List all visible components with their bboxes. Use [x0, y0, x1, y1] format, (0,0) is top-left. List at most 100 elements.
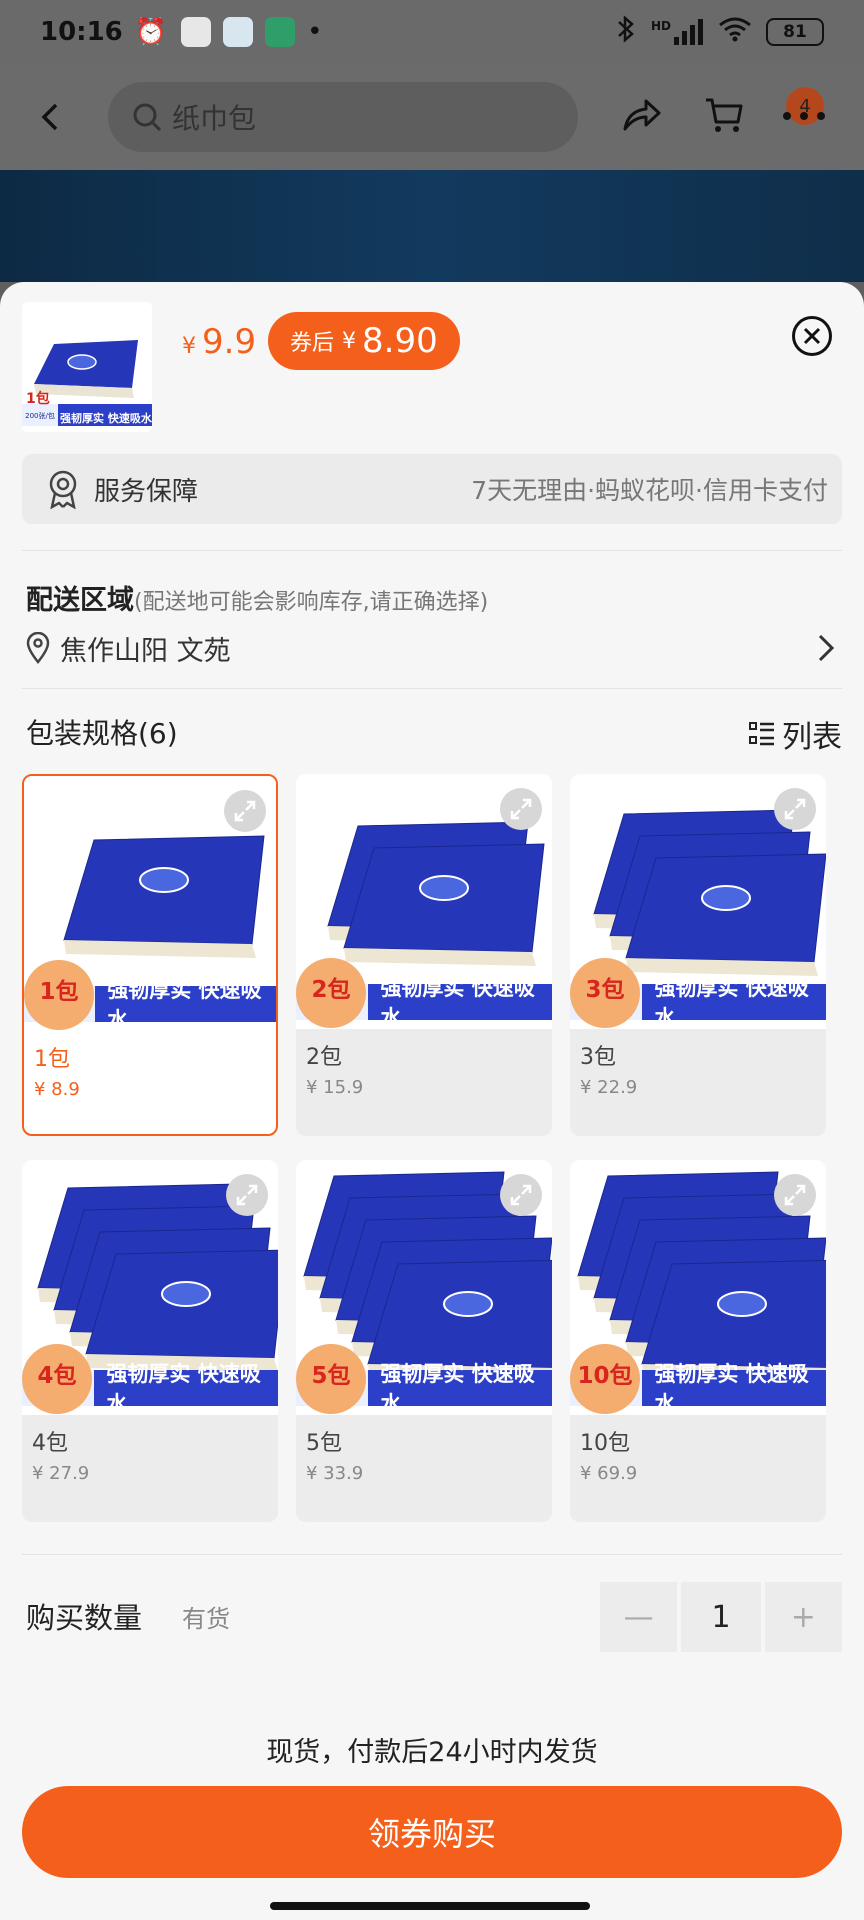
- buy-with-coupon-button[interactable]: 领券购买: [22, 1786, 842, 1878]
- divider: [22, 1554, 842, 1555]
- option-price: ¥ 27.9: [32, 1463, 90, 1484]
- chevron-left-icon: [41, 103, 58, 131]
- option-tags: 强韧厚实 快速吸水: [654, 1362, 809, 1416]
- search-placeholder: 纸巾包: [172, 102, 257, 135]
- option-image: 200张/包强韧厚实 快速吸水3包: [570, 774, 826, 1030]
- original-price: ¥9.9: [182, 322, 256, 362]
- option-tags: 强韧厚实 快速吸水: [380, 1362, 535, 1416]
- option-info: 2包 ¥ 15.9: [296, 1029, 552, 1098]
- divider: [22, 550, 842, 551]
- close-icon: [803, 327, 821, 345]
- cart-button[interactable]: [704, 96, 744, 138]
- option-tags: 强韧厚实 快速吸水: [106, 1362, 261, 1416]
- option-tags: 强韧厚实 快速吸水: [654, 976, 809, 1030]
- currency-symbol: ¥: [182, 334, 196, 359]
- pack-count-badge: 2包: [296, 958, 366, 1028]
- share-icon: [623, 99, 661, 131]
- pack-count-badge: 10包: [570, 1344, 640, 1414]
- delivery-subtitle: (配送地可能会影响库存,请正确选择): [134, 590, 489, 615]
- expand-icon: [510, 798, 532, 820]
- coupon-price-pill: 券后 ¥ 8.90: [268, 312, 460, 370]
- delivery-title-text: 配送区域: [26, 585, 134, 616]
- search-icon: [133, 103, 162, 132]
- option-image: 200张/包强韧厚实 快速吸水4包: [22, 1160, 278, 1416]
- delivery-location-row[interactable]: 焦作山阳 文苑: [26, 626, 836, 670]
- option-info: 4包 ¥ 27.9: [22, 1415, 278, 1484]
- option-label: 4包: [32, 1431, 68, 1456]
- status-time: 10:16: [40, 17, 123, 47]
- spec-option-card[interactable]: 200张/包强韧厚实 快速吸水5包5包¥ 33.9: [296, 1160, 552, 1522]
- signal-icon: HD: [651, 19, 704, 45]
- list-label: 列表: [782, 720, 842, 755]
- spec-option-card[interactable]: 200张/包强韧厚实 快速吸水3包3包¥ 22.9: [570, 774, 826, 1136]
- option-image: 200张/包强韧厚实 快速吸水10包: [570, 1160, 826, 1416]
- list-view-toggle[interactable]: 列表: [748, 712, 842, 756]
- chevron-right-icon: [818, 634, 835, 662]
- close-button[interactable]: [792, 316, 832, 356]
- network-type: HD: [650, 19, 671, 33]
- sku-sheet: 1包 200张/包 强韧厚实 快速吸水 ¥9.9 券后 ¥ 8.90 服务保障 …: [0, 282, 864, 1920]
- expand-icon: [784, 1184, 806, 1206]
- coupon-price-value: 8.90: [362, 321, 438, 361]
- spec-option-card[interactable]: 200张/包强韧厚实 快速吸水1包1包 ¥ 8.9: [22, 774, 278, 1136]
- alarm-icon: ⏰: [134, 17, 168, 47]
- list-icon: [749, 722, 774, 746]
- app-icon-mobile: [223, 17, 254, 47]
- app-icon-shield: [265, 17, 296, 47]
- expand-icon: [784, 798, 806, 820]
- wifi-icon: [718, 16, 752, 49]
- spec-option-card[interactable]: 200张/包强韧厚实 快速吸水2包2包¥ 15.9: [296, 774, 552, 1136]
- coupon-currency: ¥: [342, 328, 357, 354]
- option-price: ¥ 33.9: [306, 1463, 364, 1484]
- pack-count-badge: 3包: [570, 958, 640, 1028]
- increment-button[interactable]: +: [764, 1582, 843, 1652]
- bluetooth-icon: [615, 14, 637, 51]
- service-title: 服务保障: [94, 476, 199, 507]
- quantity-value[interactable]: 1: [681, 1582, 761, 1652]
- option-image: 200张/包强韧厚实 快速吸水5包: [296, 1160, 552, 1416]
- spec-option-card[interactable]: 200张/包强韧厚实 快速吸水4包4包¥ 27.9: [22, 1160, 278, 1522]
- expand-image-button[interactable]: [500, 788, 542, 830]
- delivery-location: 焦作山阳 文苑: [60, 635, 231, 667]
- option-image: 200张/包强韧厚实 快速吸水1包: [24, 776, 276, 1032]
- option-label: 2包: [306, 1045, 342, 1070]
- search-input[interactable]: 纸巾包: [108, 82, 578, 152]
- spec-title: 包装规格(6): [26, 717, 178, 750]
- service-description: 7天无理由·蚂蚁花呗·信用卡支付: [471, 476, 828, 505]
- price-value: 9.9: [202, 322, 257, 362]
- share-button[interactable]: [622, 97, 662, 137]
- option-label: 3包: [580, 1045, 616, 1070]
- expand-icon: [510, 1184, 532, 1206]
- shipping-note: 现货，付款后24小时内发货: [266, 1737, 598, 1768]
- pack-count-badge: 5包: [296, 1344, 366, 1414]
- product-hero-image: [0, 170, 864, 282]
- top-nav: 纸巾包 4: [0, 64, 864, 170]
- service-guarantee-row[interactable]: 服务保障 7天无理由·蚂蚁花呗·信用卡支付: [22, 454, 842, 524]
- home-indicator[interactable]: [270, 1902, 590, 1910]
- option-label: 10包: [580, 1431, 630, 1456]
- pack-count-badge: 1包: [24, 960, 94, 1030]
- decrement-button[interactable]: —: [600, 1582, 678, 1652]
- expand-image-button[interactable]: [774, 788, 816, 830]
- delivery-title: 配送区域(配送地可能会影响库存,请正确选择): [26, 578, 488, 617]
- thumbnail-tags: 强韧厚实 快速吸水: [60, 412, 152, 425]
- pack-count-badge: 4包: [22, 1344, 92, 1414]
- option-price: ¥ 8.9: [34, 1079, 80, 1100]
- battery-icon: 81: [766, 18, 824, 46]
- more-button[interactable]: 4: [783, 87, 826, 137]
- option-tags: 强韧厚实 快速吸水: [380, 976, 535, 1030]
- option-price: ¥ 22.9: [580, 1077, 638, 1098]
- option-tags: 强韧厚实 快速吸水: [107, 978, 262, 1032]
- expand-image-button[interactable]: [500, 1174, 542, 1216]
- expand-image-button[interactable]: [226, 1174, 268, 1216]
- thumbnail-count: 200张/包: [25, 412, 55, 420]
- spec-option-card[interactable]: 200张/包强韧厚实 快速吸水10包10包¥ 69.9: [570, 1160, 826, 1522]
- product-thumbnail[interactable]: 1包 200张/包 强韧厚实 快速吸水: [22, 302, 152, 432]
- status-bar: 10:16 ⏰ • HD 81: [0, 0, 864, 64]
- option-info: 10包 ¥ 69.9: [570, 1415, 826, 1484]
- back-button[interactable]: [20, 87, 80, 147]
- expand-image-button[interactable]: [224, 790, 266, 832]
- expand-image-button[interactable]: [774, 1174, 816, 1216]
- option-info: 3包 ¥ 22.9: [570, 1029, 826, 1098]
- coupon-label: 券后: [290, 331, 335, 356]
